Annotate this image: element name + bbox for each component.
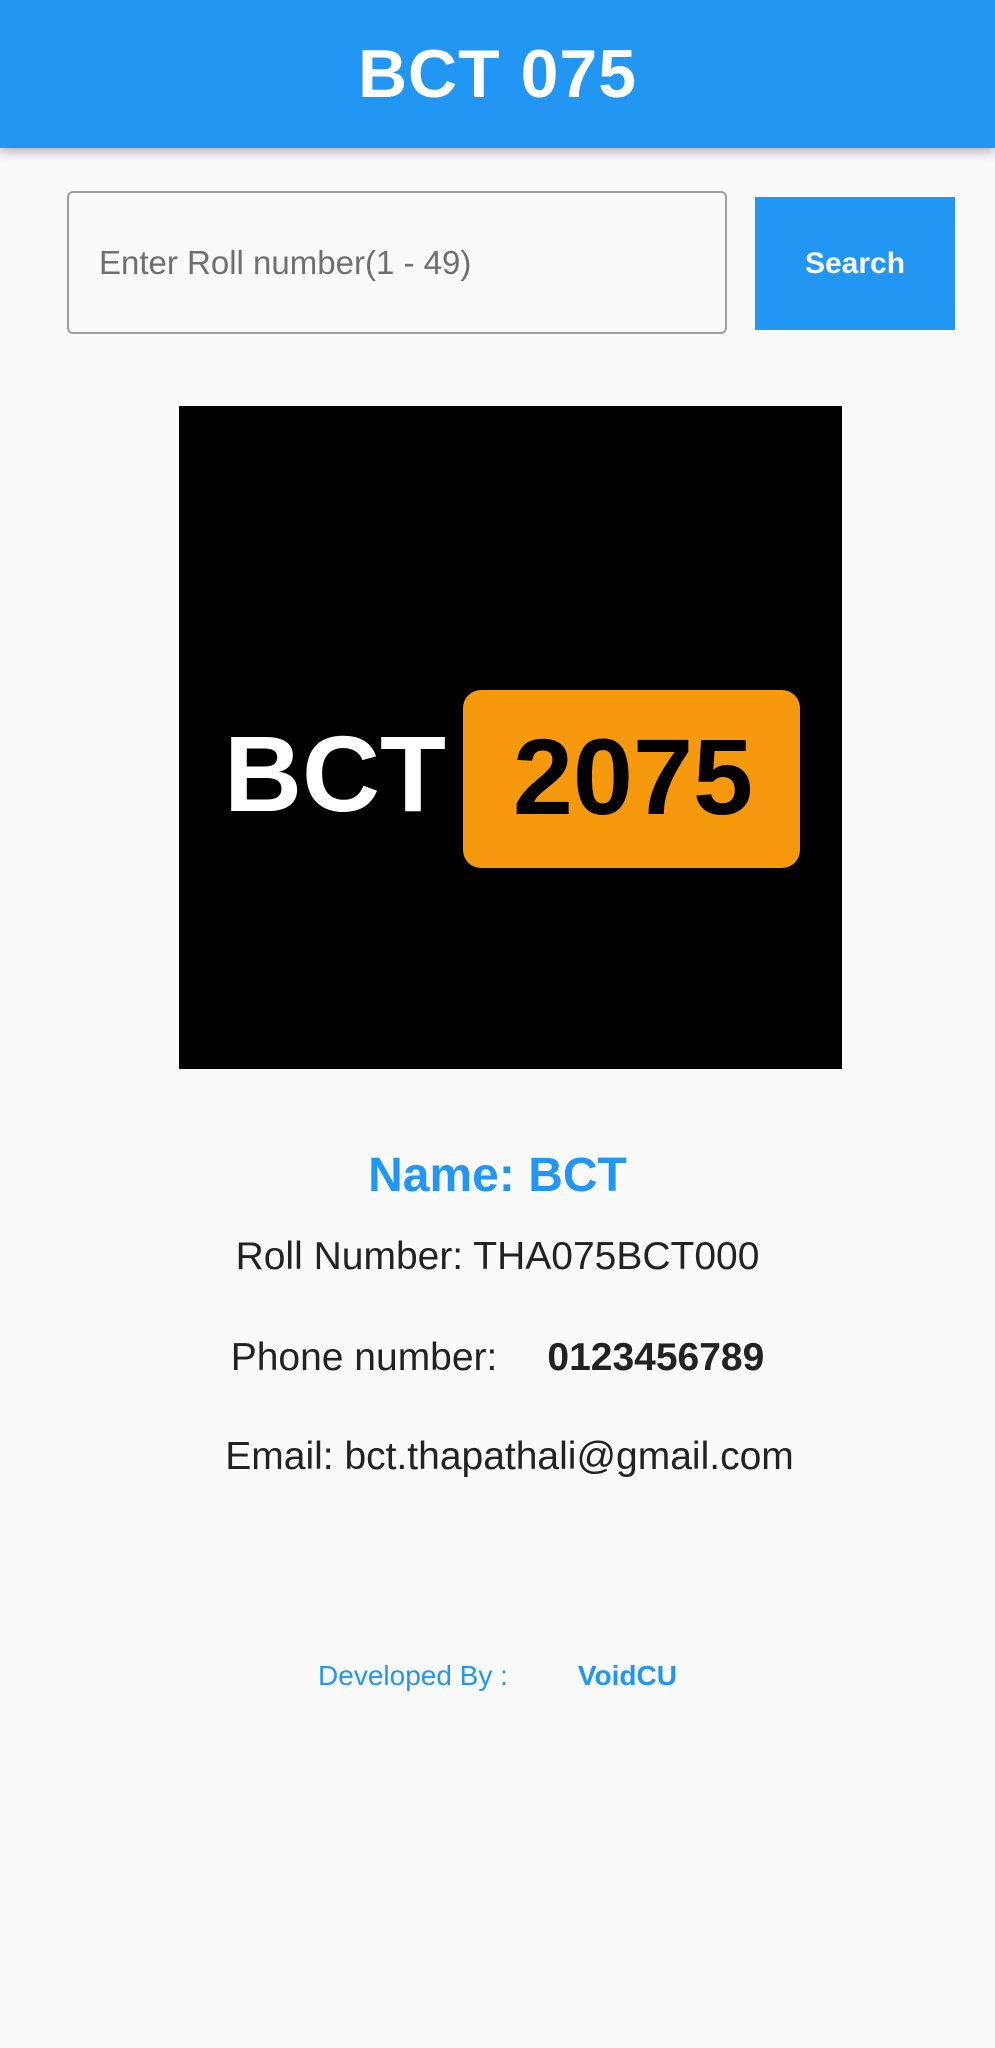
logo-right-text: 2075 — [513, 716, 753, 837]
email-text: Email: bct.thapathali@gmail.com — [225, 1435, 794, 1478]
phone-number-row: Phone number: 0123456789 — [0, 1336, 995, 1380]
phone-value: 0123456789 — [547, 1336, 765, 1379]
app-bar: BCT 075 — [0, 0, 995, 148]
search-button[interactable]: Search — [755, 197, 955, 330]
logo-left-text: BCT — [224, 713, 446, 834]
roll-number-input[interactable] — [67, 191, 727, 334]
developer-credit: Developed By : VoidCU — [0, 1660, 995, 1692]
student-name: Name: BCT — [368, 1149, 627, 1202]
phone-label: Phone number: — [230, 1336, 498, 1379]
bct-2075-logo: BCT 2075 — [179, 406, 842, 1069]
roll-number-text: Roll Number: THA075BCT000 — [235, 1235, 760, 1278]
developed-by-label: Developed By : — [318, 1660, 508, 1691]
developer-name: VoidCU — [577, 1660, 677, 1691]
app-title: BCT 075 — [357, 36, 638, 112]
